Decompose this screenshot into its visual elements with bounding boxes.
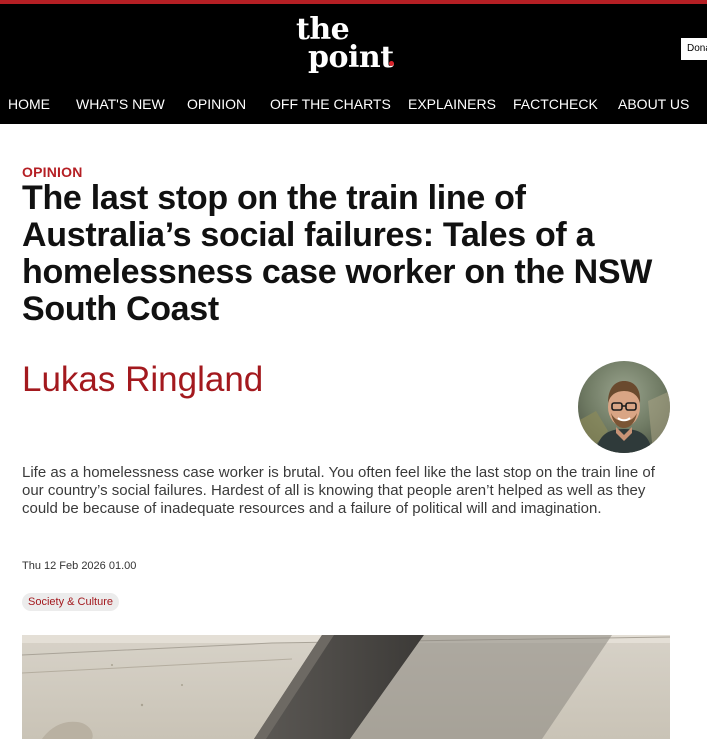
author-name[interactable]: Lukas Ringland (22, 360, 263, 400)
article-headline: The last stop on the train line of Austr… (22, 179, 653, 328)
site-logo[interactable]: the point (296, 15, 408, 80)
nav-item-whats-new[interactable]: WHAT'S NEW (76, 96, 165, 112)
nav-item-opinion[interactable]: OPINION (187, 96, 246, 112)
article-standfirst: Life as a homelessness case worker is br… (22, 464, 655, 517)
hero-photo (22, 635, 670, 739)
hero-image (22, 635, 670, 739)
donate-button[interactable]: Donate (681, 38, 707, 60)
author-photo (578, 361, 670, 453)
main-nav: HOME WHAT'S NEW OPINION OFF THE CHARTS E… (0, 84, 707, 124)
nav-item-home[interactable]: HOME (8, 96, 50, 112)
nav-item-explainers[interactable]: EXPLAINERS (408, 96, 496, 112)
logo-line-2: point (308, 40, 394, 75)
masthead: the point Donate (0, 4, 707, 84)
topic-tag[interactable]: Society & Culture (22, 593, 119, 611)
nav-item-about-us[interactable]: ABOUT US (618, 96, 689, 112)
nav-item-off-the-charts[interactable]: OFF THE CHARTS (270, 96, 391, 112)
author-avatar[interactable] (578, 361, 670, 453)
section-kicker[interactable]: OPINION (22, 164, 83, 180)
logo-dot (389, 61, 394, 66)
publish-date: Thu 12 Feb 2026 01.00 (22, 560, 137, 572)
nav-item-factcheck[interactable]: FACTCHECK (513, 96, 598, 112)
